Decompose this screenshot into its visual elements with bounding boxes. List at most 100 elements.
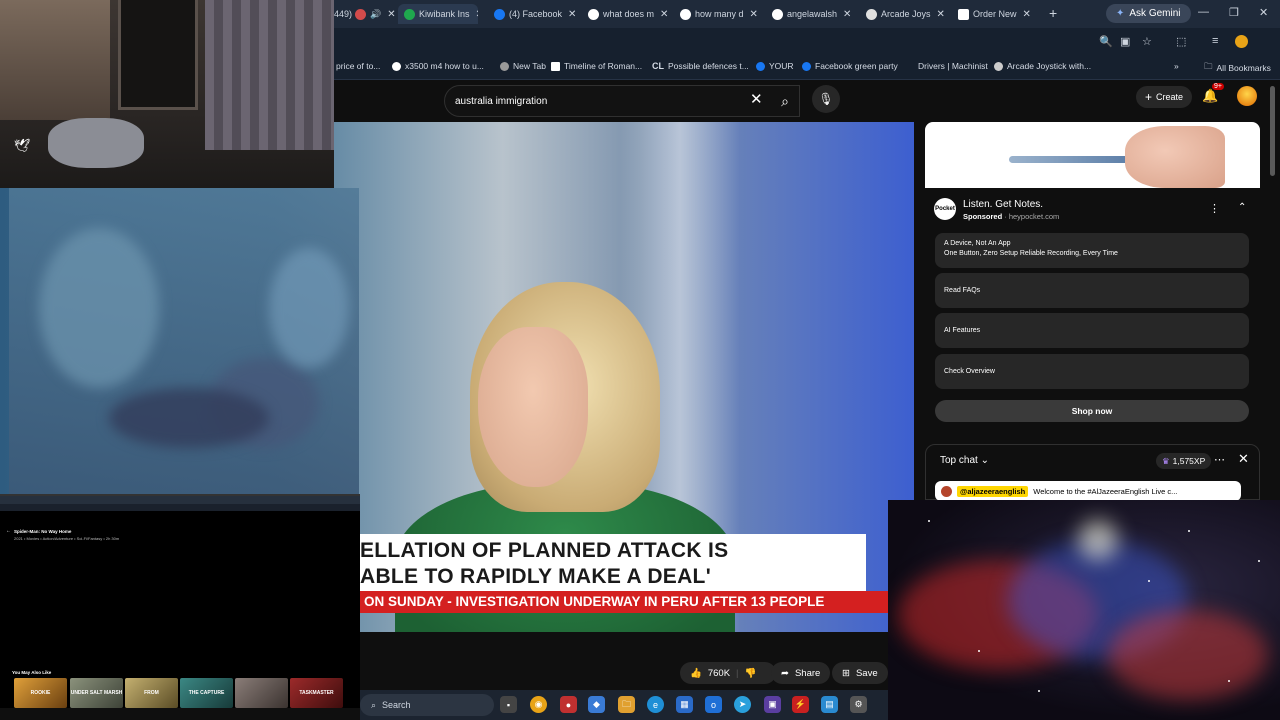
- mini-thumbnail[interactable]: TASKMASTER: [290, 678, 343, 708]
- bookmark-item[interactable]: price of to...: [336, 61, 380, 71]
- browser-tab[interactable]: Kiwibank Ins ✕: [398, 4, 478, 24]
- bookmark-item[interactable]: Timeline of Roman...: [551, 61, 642, 71]
- close-tab-icon[interactable]: ✕: [387, 9, 395, 20]
- xp-badge[interactable]: ♛ 1,575XP: [1156, 453, 1212, 469]
- create-button[interactable]: + Create: [1136, 86, 1192, 108]
- ad-card-faqs[interactable]: Read FAQs: [935, 273, 1249, 308]
- share-button[interactable]: ➦ Share: [771, 662, 831, 684]
- file-explorer-icon[interactable]: 🗀: [618, 696, 635, 713]
- mini-thumbnail[interactable]: ROOKIE: [14, 678, 67, 708]
- minimize-icon[interactable]: —: [1198, 6, 1209, 18]
- mini-thumbnail[interactable]: [235, 678, 288, 708]
- tab-favicon-icon: [958, 8, 969, 20]
- bookmark-item[interactable]: CL Possible defences t...: [652, 61, 749, 71]
- thumbs-down-icon[interactable]: 👎: [745, 668, 757, 679]
- maximize-icon[interactable]: ❐: [1229, 6, 1239, 19]
- user-avatar[interactable]: [1237, 86, 1257, 106]
- save-icon: ⊞: [842, 667, 850, 679]
- close-tab-icon[interactable]: ✕: [750, 9, 758, 20]
- notifications-bell-icon[interactable]: 🔔: [1202, 88, 1218, 104]
- mini-thumbnail[interactable]: FROM: [125, 678, 178, 708]
- browser-tab[interactable]: what does m ✕: [588, 4, 668, 24]
- clear-search-icon[interactable]: ✕: [750, 90, 763, 108]
- search-box: [444, 85, 800, 117]
- close-tab-icon[interactable]: ✕: [937, 9, 945, 20]
- search-button[interactable]: ⌕: [770, 85, 800, 117]
- bookmark-item[interactable]: Drivers | Machinist: [918, 61, 988, 71]
- browser-tab[interactable]: Order New ✕: [958, 4, 1040, 24]
- ad-banner-image[interactable]: [925, 122, 1260, 188]
- outlook-icon[interactable]: o: [705, 696, 722, 713]
- save-button[interactable]: ⊞ Save: [832, 662, 888, 684]
- ad-card-device[interactable]: A Device, Not An App One Button, Zero Se…: [935, 233, 1249, 268]
- reading-list-icon[interactable]: ≡: [1212, 35, 1218, 47]
- telegram-icon[interactable]: ➤: [734, 696, 751, 713]
- bookmark-item[interactable]: New Tab: [500, 61, 546, 71]
- extensions-icon[interactable]: ⬚: [1176, 35, 1186, 48]
- app-icon[interactable]: ◆: [588, 696, 605, 713]
- store-icon[interactable]: ▦: [676, 696, 693, 713]
- chrome-icon[interactable]: ◉: [530, 696, 547, 713]
- close-tab-icon[interactable]: ✕: [843, 9, 851, 20]
- bookmark-item[interactable]: x3500 m4 how to u...: [392, 61, 484, 71]
- cast-icon[interactable]: ▣: [1120, 35, 1130, 48]
- star: [1148, 580, 1150, 582]
- task-view-icon[interactable]: ▪: [500, 696, 517, 713]
- app-icon[interactable]: ▣: [764, 696, 781, 713]
- browser-tab[interactable]: (4) Facebook ✕: [494, 4, 576, 24]
- search-input[interactable]: [455, 86, 735, 116]
- close-window-icon[interactable]: ✕: [1259, 6, 1268, 19]
- mini-movie-meta: 2021 • Movies • Action/Adventure • Sci-F…: [14, 536, 120, 541]
- like-dislike-group: 👍 760K | 👎: [680, 662, 776, 684]
- back-arrow-icon[interactable]: ←: [6, 528, 11, 534]
- bookmark-star-icon[interactable]: ☆: [1142, 35, 1152, 48]
- app-icon[interactable]: ▤: [821, 696, 838, 713]
- bookmark-item[interactable]: Facebook green party: [802, 61, 898, 71]
- ad-title[interactable]: Listen. Get Notes.: [963, 199, 1043, 210]
- browser-tab[interactable]: Arcade Joys ✕: [866, 4, 948, 24]
- chat-filter-dropdown[interactable]: Top chat ⌄: [940, 455, 989, 466]
- ad-sponsored-line: Sponsored · heypocket.com: [963, 212, 1060, 221]
- all-bookmarks-button[interactable]: 🗀 All Bookmarks: [1204, 61, 1271, 75]
- bookmark-item[interactable]: YOUR: [756, 61, 794, 71]
- close-tab-icon[interactable]: ✕: [568, 9, 576, 20]
- edge-icon[interactable]: e: [647, 696, 664, 713]
- close-tab-icon[interactable]: ✕: [476, 9, 478, 20]
- more-options-icon[interactable]: ⋮: [1209, 202, 1220, 215]
- taskbar-search[interactable]: ⌕ Search: [360, 694, 494, 716]
- settings-gear-icon[interactable]: ⚙: [850, 696, 867, 713]
- shop-now-button[interactable]: Shop now: [935, 400, 1249, 422]
- wikipedia-icon: [551, 61, 560, 71]
- news-ticker: ON SUNDAY - INVESTIGATION UNDERWAY IN PE…: [360, 591, 890, 613]
- bookmarks-overflow-icon[interactable]: »: [1174, 61, 1179, 71]
- tab-label: Order New: [973, 9, 1017, 19]
- voice-search-button[interactable]: 🎙: [812, 85, 840, 113]
- ad-card-overview[interactable]: Check Overview: [935, 354, 1249, 389]
- mini-thumbnail[interactable]: THE CAPTURE: [180, 678, 233, 708]
- blurred-overlay-window: [9, 188, 359, 494]
- zoom-icon[interactable]: 🔍: [1099, 35, 1113, 48]
- mini-thumbnail[interactable]: UNDER SALT MARSH: [70, 678, 123, 708]
- bookmark-item[interactable]: Arcade Joystick with...: [994, 61, 1091, 71]
- app-icon[interactable]: ●: [560, 696, 577, 713]
- browser-tab[interactable]: how many d ✕: [680, 4, 760, 24]
- blur-shape: [39, 228, 159, 388]
- browser-tab[interactable]: angelawalsh ✕: [772, 4, 854, 24]
- thumbs-up-icon[interactable]: 👍: [690, 668, 702, 679]
- pinned-chat-message[interactable]: @aljazeeraenglish Welcome to the #AlJaze…: [935, 481, 1241, 501]
- chat-more-icon[interactable]: ⋯: [1214, 453, 1225, 466]
- close-tab-icon[interactable]: ✕: [1023, 9, 1031, 20]
- tab-label: how many d: [695, 9, 744, 19]
- ad-card-ai-features[interactable]: AI Features: [935, 313, 1249, 348]
- collapse-icon[interactable]: ⌃: [1238, 202, 1246, 213]
- chat-close-icon[interactable]: ✕: [1238, 451, 1249, 467]
- new-tab-button[interactable]: +: [1049, 5, 1057, 21]
- ad-domain: heypocket.com: [1008, 212, 1060, 221]
- page-scrollbar[interactable]: [1270, 86, 1275, 176]
- close-tab-icon[interactable]: ✕: [660, 9, 668, 20]
- profile-avatar-icon[interactable]: [1235, 35, 1248, 48]
- browser-tab[interactable]: 449) 🔊 ✕: [334, 4, 396, 24]
- like-count[interactable]: 760K: [708, 668, 730, 679]
- ask-gemini-button[interactable]: ✦ Ask Gemini: [1106, 4, 1191, 23]
- app-icon[interactable]: ⚡: [792, 696, 809, 713]
